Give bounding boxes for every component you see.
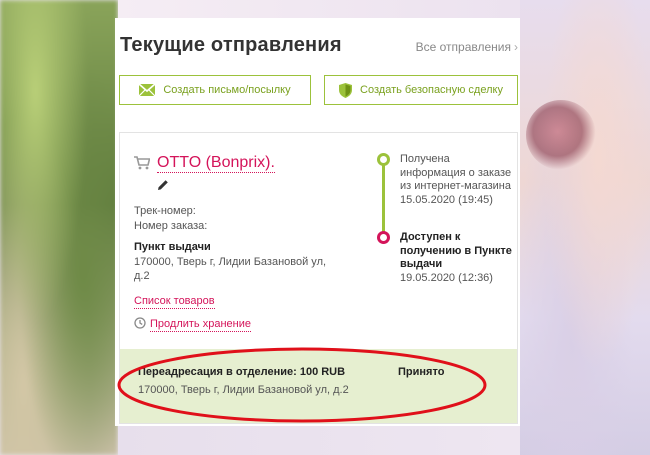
timeline-dot-current xyxy=(377,231,390,244)
background-left xyxy=(0,0,118,455)
envelope-icon xyxy=(139,84,156,96)
timeline-step-1: Получена информация о заказе из интернет… xyxy=(400,153,518,207)
clock-icon xyxy=(134,316,146,334)
cart-icon xyxy=(134,156,151,175)
all-shipments-link[interactable]: Все отправления › xyxy=(416,40,518,54)
background-decoration xyxy=(526,100,596,170)
create-letter-button[interactable]: Создать письмо/посылку xyxy=(119,75,311,105)
timeline-line xyxy=(382,165,385,237)
page-title: Текущие отправления xyxy=(120,34,342,56)
redirect-section: Переадресация в отделение: 100 RUB Приня… xyxy=(120,349,517,423)
merchant-link[interactable]: OTTO (Bonprix). xyxy=(157,153,275,173)
shipments-panel: Текущие отправления Все отправления › Соз… xyxy=(115,18,520,426)
timeline-step-date: 15.05.2020 (19:45) xyxy=(400,193,493,206)
redirect-title: Переадресация в отделение: 100 RUB xyxy=(138,366,346,378)
timeline-step-2: Доступен к получению в Пункте выдачи 19.… xyxy=(400,231,518,285)
pencil-icon[interactable] xyxy=(157,178,169,196)
pickup-point-address: 170000, Тверь г, Лидии Базановой ул, д.2 xyxy=(134,256,327,282)
order-number-label: Номер заказа: xyxy=(134,220,208,232)
extend-storage[interactable]: Продлить хранение xyxy=(134,316,251,334)
redirect-address: 170000, Тверь г, Лидии Базановой ул, д.2 xyxy=(138,384,349,396)
timeline-step-text: Доступен к получению в Пункте выдачи xyxy=(400,231,512,270)
background-bottom xyxy=(118,424,520,455)
chevron-right-icon: › xyxy=(514,40,518,54)
extend-storage-link[interactable]: Продлить хранение xyxy=(150,318,251,332)
shield-icon xyxy=(339,82,353,98)
pickup-point-title: Пункт выдачи xyxy=(134,241,211,253)
background-right xyxy=(520,0,650,455)
goods-list-link[interactable]: Список товаров xyxy=(134,295,215,309)
create-letter-label: Создать письмо/посылку xyxy=(163,84,291,96)
all-shipments-label: Все отправления xyxy=(415,40,511,54)
create-safe-deal-label: Создать безопасную сделку xyxy=(360,84,503,96)
timeline-step-date: 19.05.2020 (12:36) xyxy=(400,271,493,284)
timeline-dot-completed xyxy=(377,153,390,166)
redirect-status: Принято xyxy=(398,366,445,378)
timeline-step-text: Получена информация о заказе из интернет… xyxy=(400,153,512,192)
create-safe-deal-button[interactable]: Создать безопасную сделку xyxy=(324,75,518,105)
shipment-card: OTTO (Bonprix). Трек-номер: Номер заказа… xyxy=(119,132,518,424)
track-number-label: Трек-номер: xyxy=(134,205,196,217)
